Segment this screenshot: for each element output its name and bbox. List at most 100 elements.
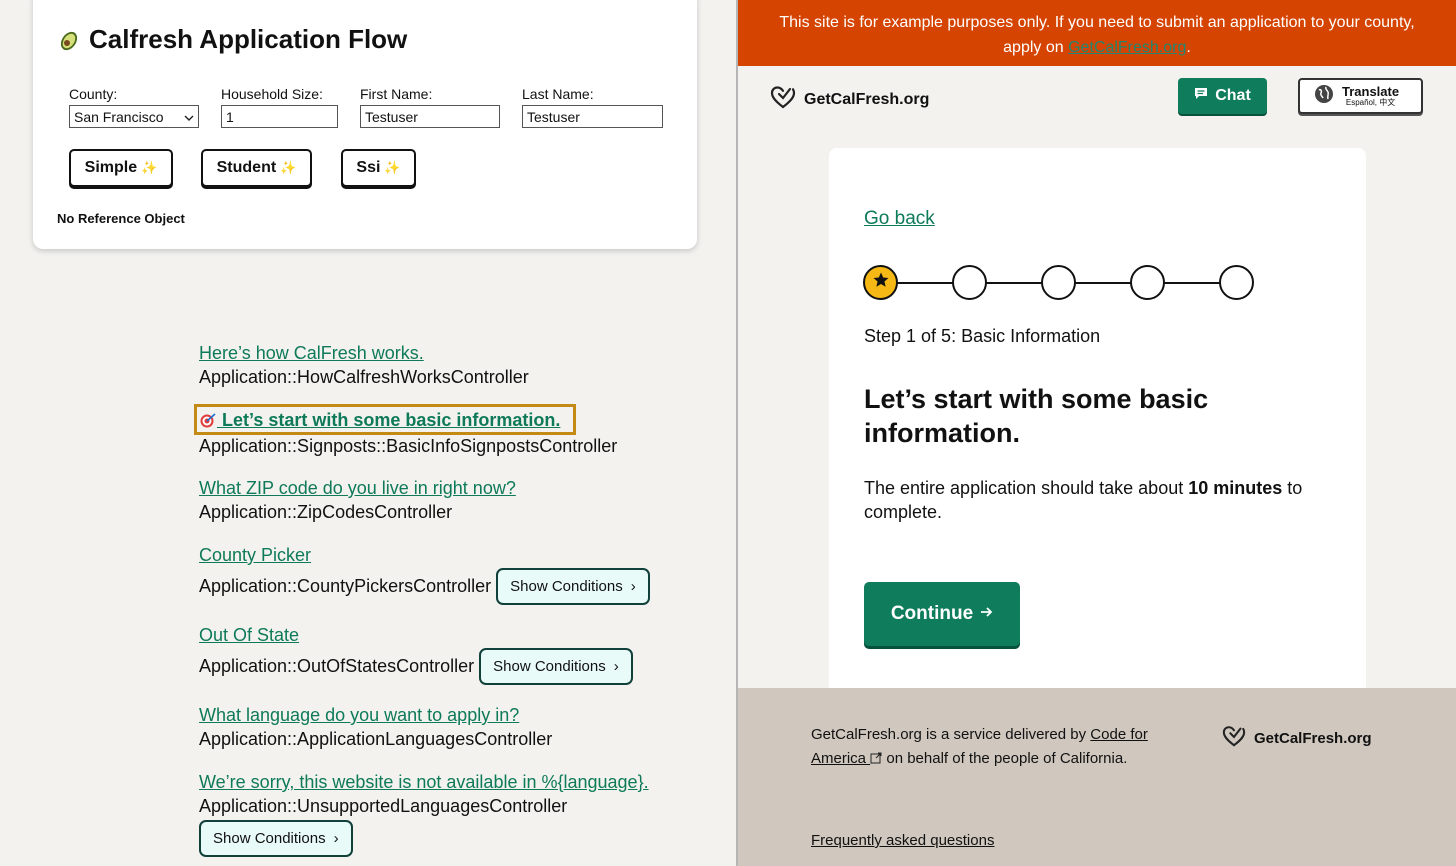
flow-item: We’re sorry, this website is not availab… (199, 772, 649, 857)
intro-before: The entire application should take about (864, 478, 1184, 498)
continue-button[interactable]: Continue (864, 582, 1020, 646)
flow-link[interactable]: County Picker (199, 545, 311, 566)
translate-text: Translate Español, 中文 (1342, 85, 1399, 107)
flow-controller: Application::Signposts::BasicInfoSignpos… (199, 436, 618, 456)
footer-after: on behalf of the people of California. (886, 750, 1128, 767)
heart-check-icon (770, 84, 796, 115)
county-field: County: San Francisco (69, 86, 199, 128)
flow-link-current[interactable]: Let’s start with some basic information. (199, 410, 560, 433)
brand-name: GetCalFresh.org (804, 90, 930, 108)
target-icon (199, 412, 217, 433)
avocado-icon (57, 28, 81, 52)
site-footer: GetCalFresh.org is a service delivered b… (738, 688, 1456, 866)
last-name-input[interactable]: Testuser (522, 105, 663, 128)
step-4 (1130, 265, 1165, 300)
footer-before: GetCalFresh.org is a service delivered b… (811, 726, 1087, 743)
flow-item: County Picker Application::CountyPickers… (199, 545, 650, 605)
translate-button[interactable]: Translate Español, 中文 (1298, 78, 1423, 114)
card-title: Calfresh Application Flow (57, 24, 407, 55)
chat-label: Chat (1215, 87, 1251, 104)
step-2 (952, 265, 987, 300)
student-preset-label: Student (216, 159, 277, 176)
flow-link[interactable]: We’re sorry, this website is not availab… (199, 772, 649, 793)
chevron-right-icon: › (630, 578, 636, 595)
flow-link-current-text: Let’s start with some basic information. (222, 410, 561, 430)
star-icon (872, 271, 890, 294)
footer-text: GetCalFresh.org is a service delivered b… (811, 723, 1151, 772)
footer-brand-name: GetCalFresh.org (1254, 729, 1372, 747)
county-value: San Francisco (74, 108, 164, 125)
show-conditions-button[interactable]: Show Conditions › (199, 820, 353, 857)
form-card: Go back Step 1 of 5: Basic Information L… (829, 148, 1366, 708)
flow-item-current: Let’s start with some basic information.… (199, 410, 617, 457)
arrow-right-icon (979, 603, 993, 625)
simple-preset-label: Simple (84, 159, 138, 176)
banner-end: . (1186, 39, 1191, 56)
globe-icon (1314, 84, 1334, 109)
flow-item: Out Of State Application::OutOfStatesCon… (199, 625, 633, 685)
show-conditions-label: Show Conditions (213, 830, 326, 847)
step-3 (1041, 265, 1076, 300)
flow-navigator-pane: Calfresh Application Flow County: San Fr… (0, 0, 736, 866)
sparkle-icon: ✨ (384, 160, 401, 175)
household-size-input[interactable]: 1 (221, 105, 338, 128)
flow-controller: Application::ApplicationLanguagesControl… (199, 729, 553, 749)
show-conditions-button[interactable]: Show Conditions › (496, 568, 650, 605)
flow-link[interactable]: Here’s how CalFresh works. (199, 343, 424, 364)
county-select[interactable]: San Francisco (69, 105, 199, 128)
flow-link[interactable]: What ZIP code do you live in right now? (199, 478, 516, 499)
flow-link[interactable]: Out Of State (199, 625, 299, 646)
last-name-label: Last Name: (522, 86, 594, 102)
translate-label: Translate (1342, 84, 1400, 99)
flow-controller: Application::CountyPickersController (199, 576, 492, 596)
show-conditions-label: Show Conditions (510, 578, 623, 595)
no-reference-text: No Reference Object (57, 211, 185, 226)
chevron-down-icon (184, 109, 194, 125)
flow-controller: Application::UnsupportedLanguagesControl… (199, 796, 568, 816)
brand-logo[interactable]: GetCalFresh.org (770, 84, 929, 115)
chevron-right-icon: › (333, 830, 339, 847)
heart-check-icon (1222, 724, 1246, 752)
example-site-banner: This site is for example purposes only. … (738, 0, 1456, 66)
county-label: County: (69, 86, 118, 102)
banner-link[interactable]: GetCalFresh.org (1068, 39, 1186, 56)
ssi-preset-label: Ssi (356, 159, 381, 176)
step-label: Step 1 of 5: Basic Information (864, 326, 1101, 346)
chat-button[interactable]: Chat (1178, 78, 1267, 114)
chevron-right-icon: › (613, 658, 619, 675)
flow-controller: Application::HowCalfreshWorksController (199, 367, 529, 387)
flow-item: What ZIP code do you live in right now? … (199, 478, 516, 523)
sparkle-icon: ✨ (141, 160, 158, 175)
last-name-field: Last Name: Testuser (522, 86, 663, 128)
intro-bold: 10 minutes (1188, 478, 1283, 498)
footer-brand-logo[interactable]: GetCalFresh.org (1222, 724, 1372, 752)
chat-bubble-icon (1194, 87, 1208, 105)
student-preset-button[interactable]: Student ✨ (201, 149, 312, 187)
household-size-field: Household Size: 1 (221, 86, 338, 128)
household-size-label: Household Size: (221, 86, 323, 102)
step-1-active (863, 265, 898, 300)
app-preview-pane: This site is for example purposes only. … (738, 0, 1456, 866)
intro-text: The entire application should take about… (864, 476, 1334, 524)
first-name-input[interactable]: Testuser (360, 105, 500, 128)
continue-label: Continue (890, 603, 974, 624)
show-conditions-label: Show Conditions (493, 658, 606, 675)
test-data-card: Calfresh Application Flow County: San Fr… (33, 0, 697, 249)
translate-sublabel: Español, 中文 (1345, 98, 1396, 107)
progress-stepper (863, 265, 1255, 301)
flow-link[interactable]: What language do you want to apply in? (199, 705, 519, 726)
go-back-link[interactable]: Go back (864, 208, 935, 230)
flow-item: Here’s how CalFresh works. Application::… (199, 343, 529, 388)
faq-link[interactable]: Frequently asked questions (811, 832, 994, 849)
first-name-field: First Name: Testuser (360, 86, 500, 128)
show-conditions-button[interactable]: Show Conditions › (479, 648, 633, 685)
flow-controller: Application::ZipCodesController (199, 502, 453, 522)
sparkle-icon: ✨ (280, 160, 297, 175)
page-heading: Let’s start with some basic information. (864, 384, 1209, 448)
ssi-preset-button[interactable]: Ssi ✨ (341, 149, 416, 187)
first-name-label: First Name: (360, 86, 433, 102)
step-5 (1219, 265, 1254, 300)
simple-preset-button[interactable]: Simple ✨ (69, 149, 173, 187)
flow-item: What language do you want to apply in? A… (199, 705, 552, 750)
flow-controller: Application::OutOfStatesController (199, 656, 475, 676)
